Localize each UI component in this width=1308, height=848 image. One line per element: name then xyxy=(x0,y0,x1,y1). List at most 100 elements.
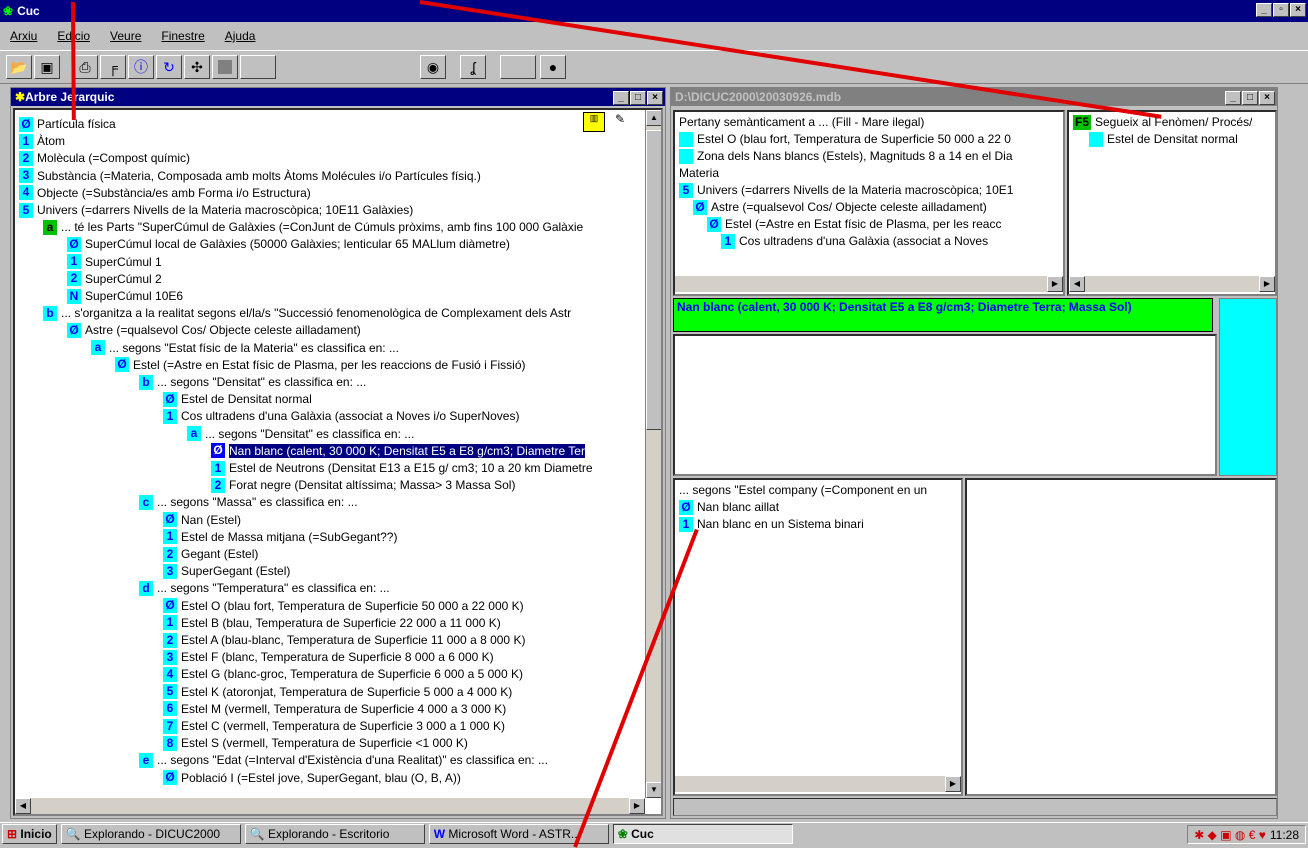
tree-maximize-icon[interactable]: □ xyxy=(630,91,646,105)
tree-minimize-icon[interactable]: _ xyxy=(613,91,629,105)
tree-item[interactable]: a ... té les Parts "SuperCúmul de Galàxie… xyxy=(43,219,583,235)
scroll-down-icon[interactable]: ▼ xyxy=(646,782,661,798)
tree-item[interactable]: Ø Estel O (blau fort, Temperatura de Supe… xyxy=(163,598,524,614)
scroll-right-icon[interactable]: ▶ xyxy=(629,798,645,814)
print-icon[interactable]: ⎙ xyxy=(72,55,98,79)
tree-item[interactable]: 4 Objecte (=Substància/es amb Forma i/o E… xyxy=(19,185,311,201)
tree-item[interactable]: 1 Estel de Neutrons (Densitat E13 a E15 g… xyxy=(211,460,593,476)
tree-item[interactable]: 2 Molècula (=Compost químic) xyxy=(19,150,190,166)
menu-arxiu[interactable]: Arxiu xyxy=(0,29,47,43)
selected-name-field[interactable]: Nan blanc (calent, 30 000 K; Densitat E5… xyxy=(673,298,1213,332)
semantic-item[interactable]: 1 Cos ultradens d'una Galàxia (associat a… xyxy=(721,233,988,249)
tools-icon[interactable]: ✣ xyxy=(184,55,210,79)
tree-item[interactable]: e ... segons "Edat (=Interval d'Existènci… xyxy=(139,752,548,768)
companion-horizontal-scrollbar[interactable]: ▶ xyxy=(675,776,961,792)
menu-finestre[interactable]: Finestre xyxy=(151,29,214,43)
tree-item[interactable]: a ... segons "Densitat" es classifica en:… xyxy=(187,426,414,442)
tray-icons[interactable]: ✱ ◆ ▣ ◍ € ♥ xyxy=(1194,828,1266,842)
tree-item[interactable]: Ø Estel de Densitat normal xyxy=(163,391,312,407)
tree-item[interactable]: 3 Substància (=Materia, Composada amb mol… xyxy=(19,168,481,184)
tree-item[interactable]: N SuperCúmul 10E6 xyxy=(67,288,183,304)
open-folder-icon[interactable]: 📂 xyxy=(6,55,32,79)
semantic-item[interactable]: Estel O (blau fort, Temperatura de Super… xyxy=(679,131,1011,147)
companion-scroll-right-icon[interactable]: ▶ xyxy=(945,776,961,792)
minimize-icon[interactable]: _ xyxy=(1256,3,1272,17)
tree-item[interactable]: 1 Àtom xyxy=(19,133,65,149)
tree-item[interactable]: 2 SuperCúmul 2 xyxy=(67,271,162,287)
task-explorer-dicuc[interactable]: 🔍 Explorando - DICUC2000 xyxy=(60,824,241,844)
tree-item[interactable]: Ø SuperCúmul local de Galàxies (50000 Gal… xyxy=(67,236,510,252)
tree-item[interactable]: d ... segons "Temperatura" es classifica … xyxy=(139,580,390,596)
save-icon[interactable]: ▣ xyxy=(34,55,60,79)
phenomenon-scroll-right-icon[interactable]: ▶ xyxy=(1259,276,1275,292)
tree-item[interactable]: 4 Estel G (blanc-groc, Temperatura de Sup… xyxy=(163,666,523,682)
tree-item[interactable]: 1 Estel B (blau, Temperatura de Superfici… xyxy=(163,615,501,631)
db-maximize-icon[interactable]: □ xyxy=(1242,91,1258,105)
phenomenon-panel[interactable]: ◀ ▶ F5 Segueix al Fenòmen/ Procés/ Estel … xyxy=(1067,110,1277,296)
start-button[interactable]: ⊞ Inicio xyxy=(2,824,57,844)
stop-icon[interactable]: ● xyxy=(540,55,566,79)
refresh-icon[interactable]: ↻ xyxy=(156,55,182,79)
phenomenon-item[interactable]: F5 Segueix al Fenòmen/ Procés/ xyxy=(1073,114,1252,130)
companion-item[interactable]: Ø Nan blanc aillat xyxy=(679,499,779,515)
companion-item[interactable]: 1 Nan blanc en un Sistema binari xyxy=(679,516,864,532)
scroll-up-icon[interactable]: ▲ xyxy=(646,110,661,126)
tree-item[interactable]: 5 Univers (=darrers Nivells de la Materia… xyxy=(19,202,413,218)
tree-item[interactable]: 5 Estel K (atoronjat, Temperatura de Supe… xyxy=(163,684,512,700)
semantic-parents-panel[interactable]: ▶ Pertany semànticament a ... (Fill - Ma… xyxy=(673,110,1065,296)
semantic-scroll-right-icon[interactable]: ▶ xyxy=(1047,276,1063,292)
semantic-item[interactable]: Materia xyxy=(679,165,719,181)
phenomenon-item[interactable]: Estel de Densitat normal xyxy=(1089,131,1238,147)
restore-icon[interactable]: ▫ xyxy=(1273,3,1289,17)
ear-icon[interactable]: ʆ xyxy=(460,55,486,79)
tree-item[interactable]: 1 Cos ultradens d'una Galàxia (associat a… xyxy=(163,408,519,424)
tree-close-icon[interactable]: × xyxy=(647,91,663,105)
tree-item[interactable]: 2 Forat negre (Densitat altíssima; Massa>… xyxy=(211,477,515,493)
tree-item[interactable]: 3 Estel F (blanc, Temperatura de Superfic… xyxy=(163,649,494,665)
tree-item[interactable]: b ... segons "Densitat" es classifica en:… xyxy=(139,374,366,390)
description-panel[interactable] xyxy=(673,334,1217,476)
blank-button-2[interactable] xyxy=(240,55,276,79)
tree-item[interactable]: Ø Partícula física xyxy=(19,116,116,132)
db-minimize-icon[interactable]: _ xyxy=(1225,91,1241,105)
ruler-icon[interactable]: ▥ xyxy=(583,112,605,132)
companion-item[interactable]: ... segons "Estel company (=Component en… xyxy=(679,482,927,498)
semantic-horizontal-scrollbar[interactable]: ▶ xyxy=(675,276,1063,292)
semantic-item[interactable]: 5 Univers (=darrers Nivells de la Materia… xyxy=(679,182,1013,198)
tree-item[interactable]: 1 SuperCúmul 1 xyxy=(67,254,162,270)
blank-button-1[interactable] xyxy=(212,55,238,79)
tree-item[interactable]: 2 Gegant (Estel) xyxy=(163,546,258,562)
blank-button-3[interactable] xyxy=(500,55,536,79)
tree-item[interactable]: Ø Astre (=qualsevol Cos/ Objecte celeste … xyxy=(67,322,361,338)
tree-item[interactable]: 3 SuperGegant (Estel) xyxy=(163,563,290,579)
phenomenon-horizontal-scrollbar[interactable]: ◀ ▶ xyxy=(1069,276,1275,292)
tree-icon[interactable]: ╒ xyxy=(100,55,126,79)
hierarchical-tree[interactable]: ▥ ✎ ▲ ▼ ◀ ▶ Ø Partícula física 1 Àtom 2 Molèc… xyxy=(13,108,663,816)
tree-item[interactable]: Ø Estel (=Astre en Estat físic de Plasma,… xyxy=(115,357,525,373)
close-icon[interactable]: × xyxy=(1290,3,1306,17)
eye-icon[interactable]: ◉ xyxy=(420,55,446,79)
db-close-icon[interactable]: × xyxy=(1259,91,1275,105)
scroll-thumb[interactable] xyxy=(646,130,661,430)
tree-item[interactable]: 7 Estel C (vermell, Temperatura de Superf… xyxy=(163,718,505,734)
detail-panel[interactable] xyxy=(965,478,1277,796)
tree-item[interactable]: b ... s'organitza a la realitat segons el… xyxy=(43,305,571,321)
tree-item[interactable]: 6 Estel M (vermell, Temperatura de Superf… xyxy=(163,701,506,717)
pen-icon[interactable]: ✎ xyxy=(615,112,635,132)
tree-item[interactable]: c ... segons "Massa" es classifica en: ..… xyxy=(139,494,358,510)
tree-item[interactable]: 8 Estel S (vermell, Temperatura de Superf… xyxy=(163,735,468,751)
tree-item[interactable]: Ø Població I (=Estel jove, SuperGegant, b… xyxy=(163,770,461,786)
tree-item[interactable]: Ø Nan (Estel) xyxy=(163,512,241,528)
tree-item[interactable]: 1 Estel de Massa mitjana (=SubGegant??) xyxy=(163,529,397,545)
semantic-item[interactable]: Pertany semànticament a ... (Fill - Mare… xyxy=(679,114,924,130)
tree-item[interactable]: 2 Estel A (blau-blanc, Temperatura de Sup… xyxy=(163,632,525,648)
semantic-item[interactable]: Zona dels Nans blancs (Estels), Magnitud… xyxy=(679,148,1013,164)
info-icon[interactable]: ⓘ xyxy=(128,55,154,79)
scroll-left-icon[interactable]: ◀ xyxy=(15,798,31,814)
tree-item[interactable]: Ø Nan blanc (calent, 30 000 K; Densitat E… xyxy=(211,443,585,459)
companion-panel[interactable]: ▶ ... segons "Estel company (=Component … xyxy=(673,478,963,796)
semantic-item[interactable]: Ø Estel (=Astre en Estat físic de Plasma,… xyxy=(707,216,1001,232)
menu-veure[interactable]: Veure xyxy=(100,29,151,43)
tree-vertical-scrollbar[interactable]: ▲ ▼ xyxy=(645,110,661,798)
tree-horizontal-scrollbar[interactable]: ◀ ▶ xyxy=(15,798,645,814)
